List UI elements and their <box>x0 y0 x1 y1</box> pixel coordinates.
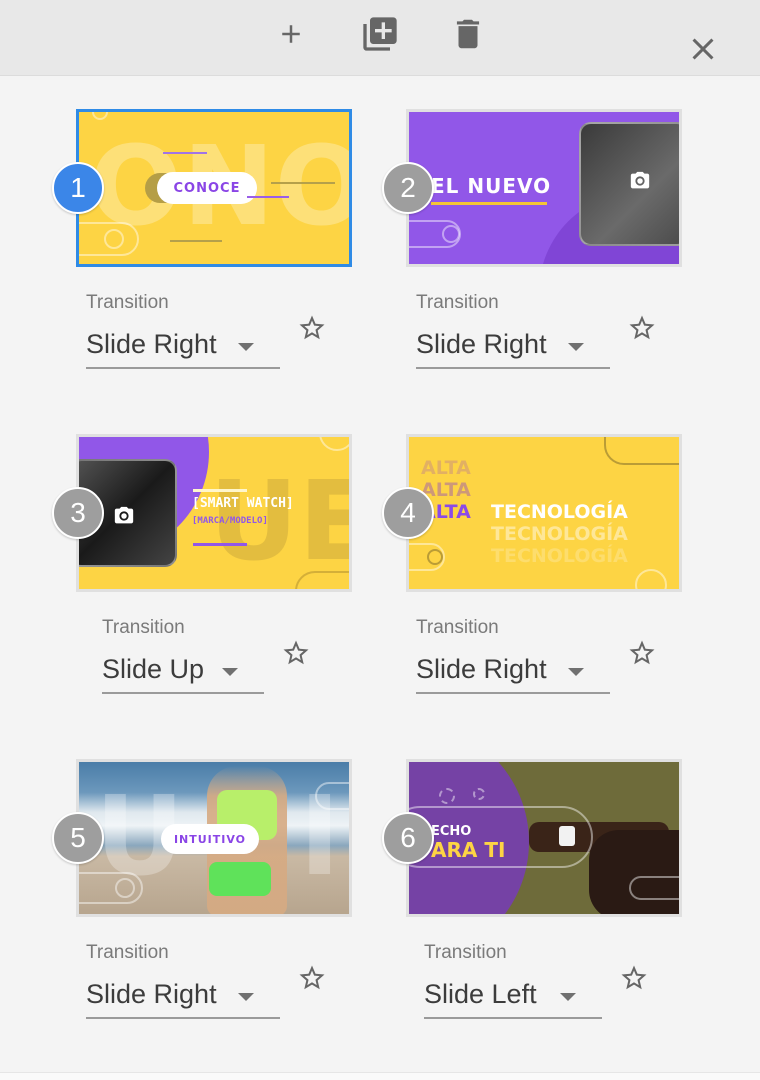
thumb-text-faded: ALTA <box>421 457 471 479</box>
transition-select[interactable]: Slide Right <box>86 325 280 369</box>
transition-select[interactable]: Slide Left <box>424 975 602 1019</box>
thumb-decoration <box>442 225 460 243</box>
transition-select[interactable]: Slide Up <box>102 650 264 694</box>
slide-thumbnail-3[interactable]: UEV [SMART WATCH] [MARCA/MODELO] <box>76 434 352 592</box>
thumb-decoration <box>271 182 335 184</box>
transition-value: Slide Right <box>86 979 217 1009</box>
thumb-decoration <box>163 152 207 154</box>
thumb-subtitle: [MARCA/MODELO] <box>192 516 268 526</box>
thumb-title: EL NUEVO <box>431 174 552 198</box>
thumb-decoration <box>193 543 247 546</box>
transition-label: Transition <box>86 942 169 963</box>
thumb-decoration <box>115 878 135 898</box>
camera-icon <box>630 171 650 189</box>
thumb-decoration <box>319 437 349 451</box>
dropdown-caret-icon <box>238 993 254 1001</box>
thumb-decoration <box>635 569 667 589</box>
transition-select[interactable]: Slide Right <box>416 325 610 369</box>
add-slide-button[interactable] <box>269 12 313 56</box>
close-icon <box>692 38 714 60</box>
thumb-decoration <box>295 571 349 589</box>
slide-thumbnail-6[interactable]: ECHO ARA TI <box>406 759 682 917</box>
thumb-title: ECHO <box>431 824 472 839</box>
thumb-title: [SMART WATCH] <box>192 496 294 511</box>
camera-icon <box>114 506 134 524</box>
thumb-title: CONOCE <box>157 172 257 204</box>
slide-thumbnail-5[interactable]: U I INTUITIVO <box>76 759 352 917</box>
slide-number-badge: 1 <box>52 162 104 214</box>
thumb-subtitle: ARA TI <box>431 838 506 862</box>
thumb-decoration <box>193 489 247 492</box>
transition-label: Transition <box>416 617 499 638</box>
star-icon[interactable] <box>297 963 327 993</box>
thumb-text-faded: TECNOLOGÍA <box>491 523 628 545</box>
transition-value: Slide Right <box>416 329 547 359</box>
transition-value: Slide Right <box>416 654 547 684</box>
transition-label: Transition <box>102 617 185 638</box>
slide-number-badge: 3 <box>52 487 104 539</box>
slide-thumbnail-1[interactable]: ONOC CONOCE <box>76 109 352 267</box>
thumb-title-right: TECNOLOGÍA <box>491 501 628 523</box>
thumb-decoration <box>315 782 349 810</box>
library-add-icon <box>363 17 397 51</box>
trash-icon <box>456 19 480 49</box>
star-icon[interactable] <box>627 313 657 343</box>
close-button[interactable] <box>681 27 725 71</box>
thumb-image-placeholder <box>589 830 679 914</box>
bottom-edge <box>0 1072 760 1080</box>
star-icon[interactable] <box>297 313 327 343</box>
thumb-decoration <box>170 240 222 242</box>
dropdown-caret-icon <box>560 993 576 1001</box>
slide-number-badge: 2 <box>382 162 434 214</box>
dropdown-caret-icon <box>568 343 584 351</box>
thumb-decoration <box>604 437 679 465</box>
transition-select[interactable]: Slide Right <box>416 650 610 694</box>
thumb-title: INTUITIVO <box>161 824 259 854</box>
thumb-decoration <box>92 112 108 120</box>
star-icon[interactable] <box>281 638 311 668</box>
transition-label: Transition <box>424 942 507 963</box>
transition-value: Slide Up <box>102 654 205 684</box>
transition-label: Transition <box>416 292 499 313</box>
thumb-decoration <box>104 229 124 249</box>
thumb-decoration <box>473 788 485 800</box>
toolbar <box>0 0 760 76</box>
transition-value: Slide Right <box>86 329 217 359</box>
delete-slide-button[interactable] <box>446 12 490 56</box>
slide-number-badge: 5 <box>52 812 104 864</box>
slide-number-badge: 6 <box>382 812 434 864</box>
thumb-decoration <box>431 202 547 205</box>
star-icon[interactable] <box>619 963 649 993</box>
transition-select[interactable]: Slide Right <box>86 975 280 1019</box>
dropdown-caret-icon <box>238 343 254 351</box>
star-icon[interactable] <box>627 638 657 668</box>
slide-thumbnail-2[interactable]: EL NUEVO <box>406 109 682 267</box>
plus-icon <box>282 25 300 43</box>
thumb-decoration <box>629 876 679 900</box>
thumb-decoration <box>427 549 443 565</box>
transition-value: Slide Left <box>424 979 537 1009</box>
duplicate-slide-button[interactable] <box>358 12 402 56</box>
thumb-text-faded: TECNOLOGÍA <box>491 545 628 567</box>
thumb-decoration <box>247 196 289 198</box>
transition-label: Transition <box>86 292 169 313</box>
dropdown-caret-icon <box>222 668 238 676</box>
slide-thumbnail-4[interactable]: ALTA ALTA ALTA TECNOLOGÍA TECNOLOGÍA TEC… <box>406 434 682 592</box>
slide-number-badge: 4 <box>382 487 434 539</box>
thumb-image-placeholder <box>579 122 679 246</box>
dropdown-caret-icon <box>568 668 584 676</box>
thumb-decoration <box>439 788 455 804</box>
